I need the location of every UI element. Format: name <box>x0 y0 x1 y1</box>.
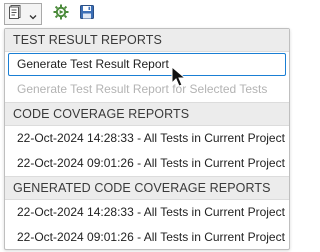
chevron-down-icon[interactable] <box>28 9 38 27</box>
menu-item-generated-coverage-report[interactable]: 22-Oct-2024 09:01:26 - All Tests in Curr… <box>5 225 289 250</box>
save-icon <box>79 4 95 25</box>
menu-item-generated-coverage-report[interactable]: 22-Oct-2024 14:28:33 - All Tests in Curr… <box>5 200 289 225</box>
report-document-icon <box>8 4 24 25</box>
menu-item-coverage-report[interactable]: 22-Oct-2024 14:28:33 - All Tests in Curr… <box>5 126 289 151</box>
menu-item-generate-report-selected-tests[interactable]: Generate Test Result Report for Selected… <box>5 77 289 102</box>
mouse-pointer-icon <box>171 65 187 93</box>
report-menu: TEST RESULT REPORTS Generate Test Result… <box>4 28 290 250</box>
section-header-generated-code-coverage-reports: GENERATED CODE COVERAGE REPORTS <box>5 176 289 200</box>
report-dropdown-button[interactable] <box>4 3 42 25</box>
save-button[interactable] <box>76 3 98 25</box>
toolbar <box>0 0 294 28</box>
section-header-test-result-reports: TEST RESULT REPORTS <box>5 29 289 52</box>
run-tests-icon <box>52 3 70 26</box>
section-header-code-coverage-reports: CODE COVERAGE REPORTS <box>5 102 289 126</box>
menu-item-generate-test-result-report[interactable]: Generate Test Result Report <box>8 53 286 76</box>
menu-item-coverage-report[interactable]: 22-Oct-2024 09:01:26 - All Tests in Curr… <box>5 151 289 176</box>
run-tests-button[interactable] <box>50 3 72 25</box>
